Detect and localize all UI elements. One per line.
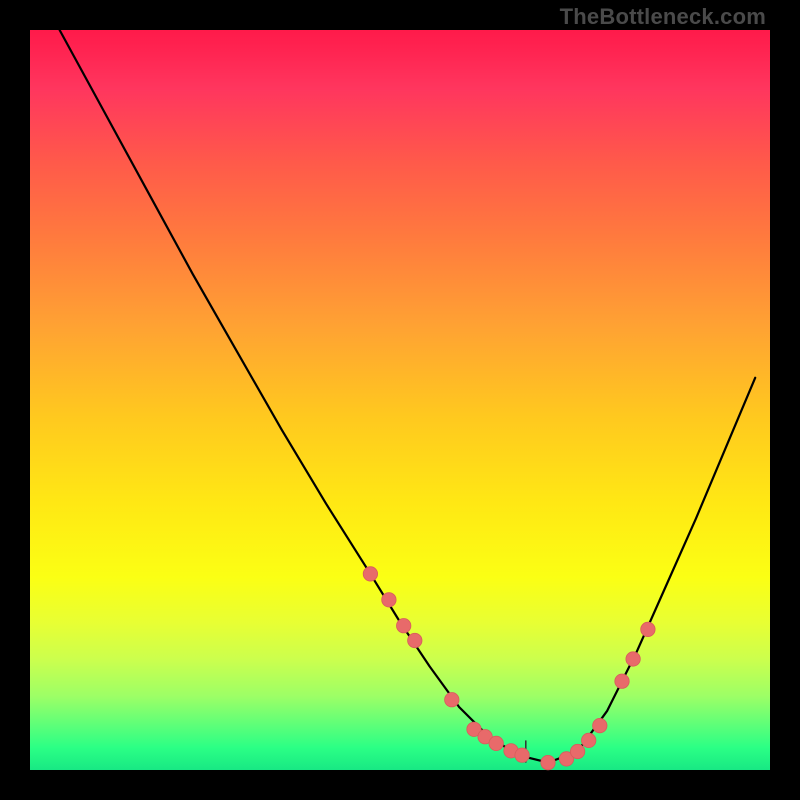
bottleneck-curve	[60, 30, 756, 763]
scatter-dots	[363, 567, 655, 770]
scatter-dot	[570, 744, 584, 758]
scatter-dot	[641, 622, 655, 636]
scatter-dot	[582, 733, 596, 747]
scatter-dot	[382, 593, 396, 607]
chart-canvas: TheBottleneck.com	[0, 0, 800, 800]
scatter-dot	[515, 748, 529, 762]
chart-overlay	[30, 30, 770, 770]
watermark-text: TheBottleneck.com	[560, 4, 766, 30]
scatter-dot	[489, 736, 503, 750]
scatter-dot	[363, 567, 377, 581]
scatter-dot	[615, 674, 629, 688]
scatter-dot	[408, 633, 422, 647]
scatter-dot	[593, 718, 607, 732]
scatter-dot	[541, 755, 555, 769]
scatter-dot	[397, 619, 411, 633]
scatter-dot	[445, 693, 459, 707]
scatter-dot	[626, 652, 640, 666]
